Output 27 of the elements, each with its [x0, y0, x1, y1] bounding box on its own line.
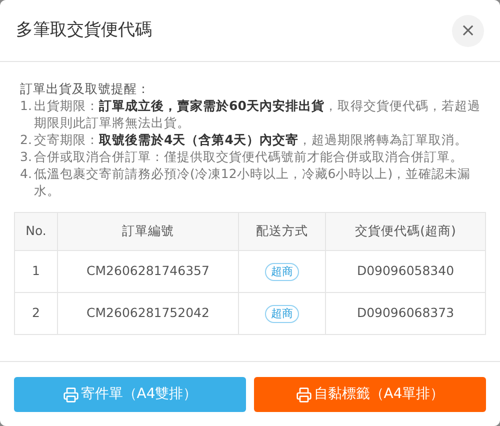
- shipping-tag: 超商: [265, 263, 299, 281]
- column-header: 交貨便代碼(超商): [326, 212, 486, 250]
- list-number: 2.: [20, 131, 33, 148]
- notice-text: 低溫包裹交寄前請務必預冷(冷凍12小時以上，冷藏6小時以上)，並確認未漏水。: [34, 165, 472, 199]
- column-header: No.: [14, 212, 58, 250]
- close-button[interactable]: ×: [452, 14, 484, 46]
- notice-text: 合併或取消合併訂單：僅提供取交貨便代碼號前才能合併或取消合併訂單。: [34, 148, 463, 165]
- list-number: 3.: [20, 148, 33, 165]
- printer-icon: [296, 386, 312, 402]
- list-number: 1.: [20, 97, 33, 115]
- notice-heading: 訂單出貨及取號提醒：: [20, 80, 151, 97]
- dialog-title: 多筆取交貨便代碼: [16, 18, 152, 42]
- print-button[interactable]: 寄件單（A4雙排）: [14, 377, 246, 412]
- column-header: 配送方式: [238, 212, 326, 250]
- printer-icon: [62, 386, 79, 402]
- table-cell: D09096068373: [326, 292, 486, 334]
- table-cell: CM2606281752042: [58, 292, 238, 334]
- table-cell: 2: [14, 292, 58, 334]
- table-cell: 1: [14, 250, 58, 292]
- list-number: 4.: [20, 165, 33, 183]
- notice-text: 出貨期限：訂單成立後，賣家需於60天內安排出貨，取得交貨便代碼，若超過期限則此訂單將無法出貨。: [34, 97, 482, 131]
- column-header: 訂單編號: [58, 212, 238, 250]
- notice-text: 交寄期限：取號後需於4天（含第4天）內交寄，超過期限將轉為訂單取消。: [34, 131, 468, 148]
- print-button[interactable]: 自黏標籤（A4單排）: [254, 377, 486, 412]
- table-cell: CM2606281746357: [58, 250, 238, 292]
- table-cell: D09096058340: [326, 250, 486, 292]
- shipping-tag: 超商: [265, 305, 299, 323]
